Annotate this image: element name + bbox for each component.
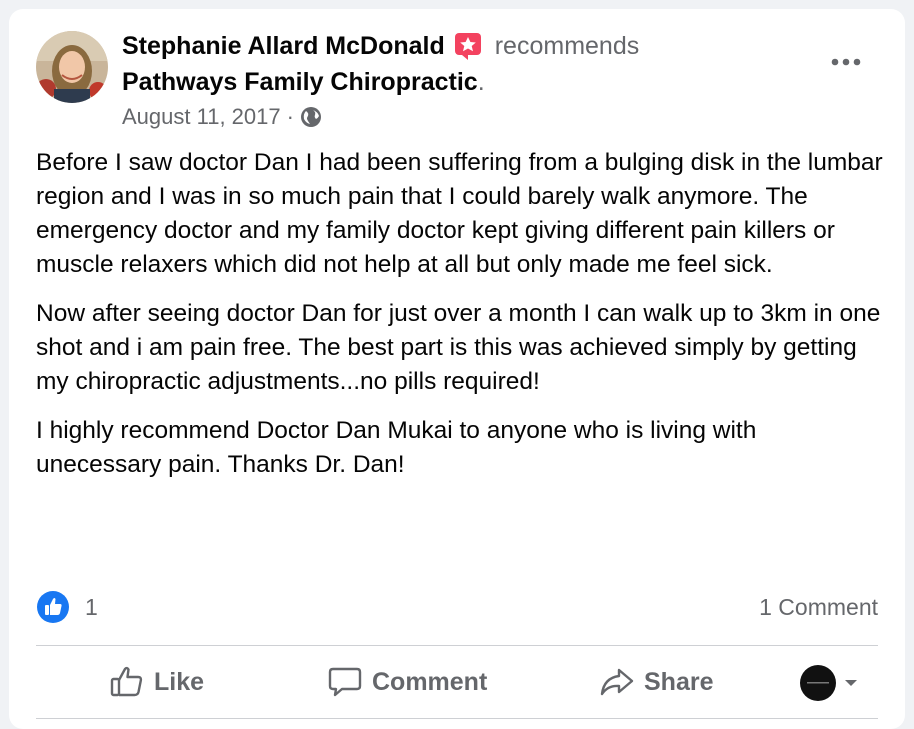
like-button[interactable]: Like [110,660,204,704]
post-paragraph: I highly recommend Doctor Dan Mukai to a… [36,417,757,478]
like-count: 1 [85,593,98,620]
globe-icon [300,106,322,128]
like-reaction-icon [36,590,70,624]
comment-button[interactable]: Comment [328,660,487,704]
author-line: Stephanie Allard McDonald recommends [122,29,639,63]
post-paragraph: Now after seeing doctor Dan for just ove… [36,300,881,395]
comment-bubble-icon [328,667,362,697]
page-line: Pathways Family Chiropractic . [122,65,485,99]
recommends-text: recommends [494,31,640,60]
post-paragraph: Before I saw doctor Dan I had been suffe… [36,149,883,278]
post-card: Stephanie Allard McDonald recommends Pat… [9,9,905,729]
thumbs-up-icon [110,666,143,697]
more-options-button[interactable] [825,47,867,77]
comment-count[interactable]: 1 Comment [759,589,878,625]
page-name-suffix: . [477,67,485,96]
reaction-summary[interactable]: 1 [36,589,98,625]
post-body: Before I saw doctor Dan I had been suffe… [36,146,886,497]
ellipsis-icon [831,58,861,66]
recommend-star-icon [453,31,483,61]
post-meta: August 11, 2017 · [122,102,322,132]
author-name[interactable]: Stephanie Allard McDonald [122,32,445,61]
share-arrow-icon [600,668,634,696]
author-avatar[interactable] [36,31,108,103]
chevron-down-icon [845,680,857,686]
profile-avatar [800,665,836,701]
page-name-link[interactable]: Pathways Family Chiropractic [122,68,478,97]
meta-separator: · [286,104,294,129]
comment-label: Comment [372,667,488,696]
action-bar: Like Comment Share [36,660,878,704]
like-label: Like [154,667,205,696]
divider [36,645,878,646]
author-photo [36,31,108,103]
share-label: Share [644,667,714,696]
post-date[interactable]: August 11, 2017 [122,104,281,130]
divider [36,718,878,719]
share-button[interactable]: Share [600,660,713,704]
profile-switcher[interactable] [800,664,858,702]
